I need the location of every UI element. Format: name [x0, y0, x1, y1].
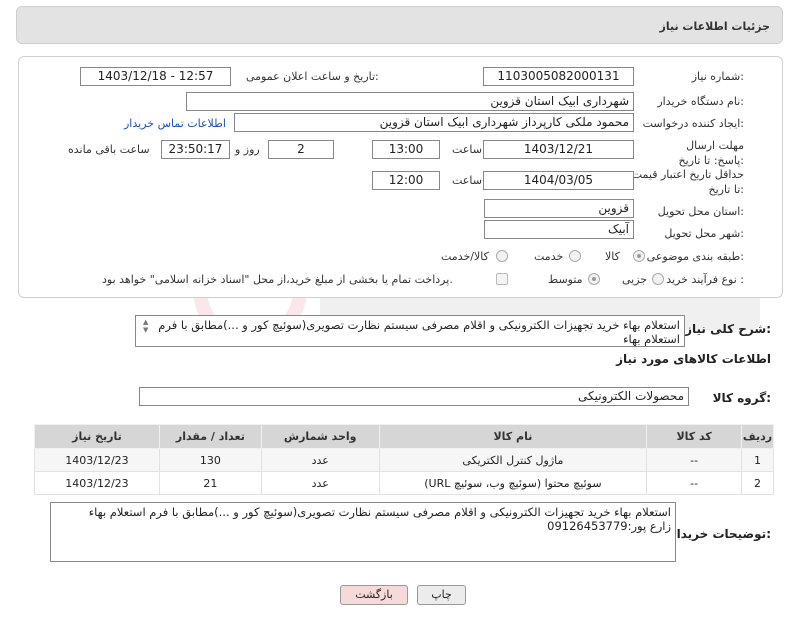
delivery-province-label: استان محل تحویل:	[657, 205, 744, 218]
page-header: جزئیات اطلاعات نیاز	[16, 6, 783, 44]
cell-code: --	[646, 471, 743, 495]
buyer-notes-line-1: استعلام بهاء خرید تجهیزات الکترونیکی و ا…	[88, 505, 671, 519]
col-header-unit: واحد شمارش	[260, 424, 380, 449]
buyer-contact-link[interactable]: اطلاعات تماس خریدار	[124, 117, 226, 130]
page-title: جزئیات اطلاعات نیاز	[659, 20, 771, 33]
price-validity-time-label: ساعت	[452, 174, 482, 187]
cell-need-date: 1403/12/23	[34, 471, 160, 495]
table-row[interactable]: 2 -- سوئیچ محتوا (سوئیچ وب، سوئیچ URL) ع…	[34, 471, 774, 495]
reply-date-field: 1403/12/21	[483, 140, 634, 159]
print-button[interactable]: چاپ	[417, 585, 466, 605]
purchase-medium-label: متوسط	[548, 273, 583, 286]
buyer-notes-label: توضیحات خریدار:	[669, 527, 771, 541]
remaining-days-field: 2	[268, 140, 334, 159]
buyer-notes-line-2: زارع پور:09126453779	[547, 519, 671, 533]
announce-datetime-label: تاریخ و ساعت اعلان عمومی:	[246, 70, 379, 83]
subject-service-label: خدمت	[534, 250, 564, 263]
remaining-time-field: 23:50:17	[161, 140, 230, 159]
cell-row-number: 1	[741, 448, 774, 472]
need-number-label: شماره نیاز:	[691, 70, 744, 83]
requester-field: محمود ملکی کارپرداز شهرداری ابیک استان ق…	[234, 113, 634, 132]
description-scroll-arrows[interactable]: ▲ ▼	[143, 318, 148, 334]
col-header-code: کد کالا	[646, 424, 743, 449]
reply-time-label: ساعت	[452, 143, 482, 156]
price-validity-label: حداقل تاریخ اعتبار قیمت: تا تاریخ:	[628, 168, 744, 196]
back-button[interactable]: بازگشت	[340, 585, 408, 605]
subject-goods-service-radio[interactable]	[496, 250, 508, 262]
col-header-quantity: تعداد / مقدار	[158, 424, 262, 449]
cell-quantity: 130	[158, 448, 262, 472]
cell-row-number: 2	[741, 471, 774, 495]
cell-name: ماژول کنترل الکتریکی	[378, 448, 648, 472]
cell-code: --	[646, 448, 743, 472]
delivery-city-label: شهر محل تحویل:	[664, 227, 744, 240]
col-header-name: نام کالا	[378, 424, 648, 449]
remaining-time-label: ساعت باقی مانده	[68, 143, 150, 156]
general-description-label: شرح کلی نیاز:	[685, 322, 771, 336]
goods-group-field: محصولات الکترونیکی	[139, 387, 689, 406]
cell-name: سوئیچ محتوا (سوئیچ وب، سوئیچ URL)	[378, 471, 648, 495]
table-header-row: ردیف کد کالا نام کالا واحد شمارش تعداد /…	[34, 424, 774, 449]
buyer-org-field: شهرداری ابیک استان قزوین	[186, 92, 634, 111]
table-row[interactable]: 1 -- ماژول کنترل الکتریکی عدد 130 1403/1…	[34, 448, 774, 472]
col-header-row-number: ردیف	[741, 424, 774, 449]
reply-deadline-label: مهلت ارسال پاسخ: تا تاریخ:	[678, 139, 744, 167]
goods-group-label: گروه کالا:	[712, 391, 771, 405]
days-label: روز و	[235, 143, 260, 156]
subject-goods-radio[interactable]	[633, 250, 645, 262]
col-header-need-date: تاریخ نیاز	[34, 424, 160, 449]
general-description-field: استعلام بهاء خرید تجهیزات الکترونیکی و ا…	[135, 315, 685, 347]
price-validity-date-field: 1404/03/05	[483, 171, 634, 190]
goods-info-title: اطلاعات کالاهای مورد نیاز	[616, 352, 771, 366]
cell-need-date: 1403/12/23	[34, 448, 160, 472]
subject-service-radio[interactable]	[569, 250, 581, 262]
delivery-province-field: قزوین	[484, 199, 634, 218]
purchase-minor-radio[interactable]	[652, 273, 664, 285]
purchase-medium-radio[interactable]	[588, 273, 600, 285]
subject-goods-service-label: کالا/خدمت	[441, 250, 489, 263]
cell-unit: عدد	[260, 471, 380, 495]
items-table: ردیف کد کالا نام کالا واحد شمارش تعداد /…	[34, 424, 774, 495]
delivery-city-field: آبیک	[484, 220, 634, 239]
purchase-minor-label: جزیی	[622, 273, 648, 286]
requester-label: ایجاد کننده درخواست:	[642, 117, 744, 130]
price-validity-time-field: 12:00	[372, 171, 440, 190]
subject-goods-label: کالا	[605, 250, 620, 263]
cell-quantity: 21	[158, 471, 262, 495]
need-number-field: 1103005082000131	[483, 67, 634, 86]
buyer-notes-field: استعلام بهاء خرید تجهیزات الکترونیکی و ا…	[50, 502, 676, 562]
reply-time-field: 13:00	[372, 140, 440, 159]
cell-unit: عدد	[260, 448, 380, 472]
purchase-type-label: نوع فرآیند خرید :	[666, 273, 744, 286]
announce-datetime-field: 1403/12/18 - 12:57	[80, 67, 231, 86]
buyer-org-label: نام دستگاه خریدار:	[657, 95, 744, 108]
subject-category-label: طبقه بندی موضوعی:	[646, 250, 744, 263]
treasury-payment-note: پرداخت تمام یا بخشی از مبلغ خرید،از محل …	[102, 273, 453, 286]
treasury-payment-checkbox[interactable]	[496, 273, 508, 285]
